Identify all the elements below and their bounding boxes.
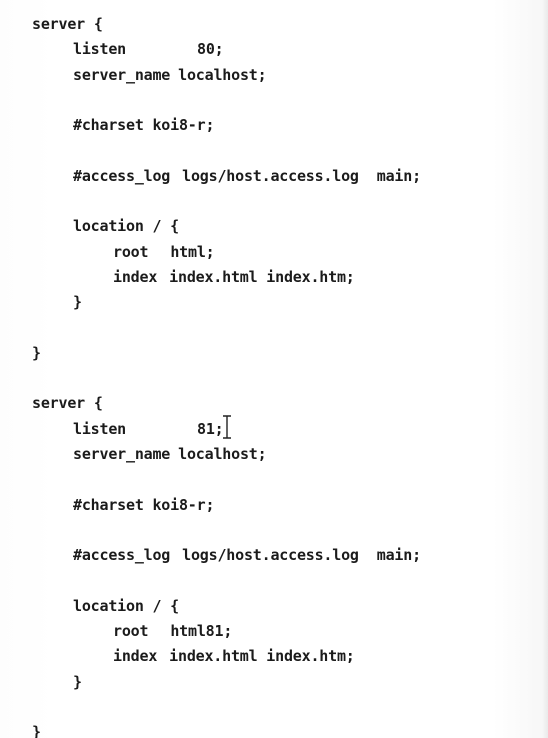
code-token: index.html index.htm; (169, 267, 355, 286)
code-line[interactable]: index index.html index.htm; (0, 644, 548, 669)
code-line[interactable]: server_name localhost; (0, 63, 548, 88)
code-line[interactable]: } (0, 720, 548, 738)
code-token: listen (73, 40, 126, 59)
code-token: html81; (170, 622, 233, 641)
code-token: server_name (73, 65, 171, 84)
code-token: server { (32, 15, 103, 33)
code-line[interactable]: root html; (0, 240, 548, 265)
code-line[interactable] (0, 366, 548, 391)
code-token: root (113, 242, 149, 261)
code-token: location / { (73, 217, 179, 236)
code-line[interactable]: } (0, 670, 548, 695)
code-line[interactable]: #access_log logs/host.access.log main; (0, 543, 548, 568)
code-line[interactable]: } (0, 341, 548, 366)
code-token: } (32, 723, 41, 738)
text-cursor-icon (223, 415, 231, 439)
code-line[interactable]: } (0, 290, 548, 315)
code-line[interactable]: location / { (0, 214, 548, 239)
code-token: logs/host.access.log (182, 166, 359, 185)
code-token: location / { (73, 596, 179, 615)
code-line[interactable] (0, 88, 548, 113)
code-token: server { (32, 394, 103, 413)
code-line[interactable]: server { (0, 12, 548, 37)
code-line[interactable] (0, 569, 548, 594)
code-token: listen (73, 419, 126, 438)
code-token: index (113, 647, 158, 666)
code-line[interactable] (0, 467, 548, 492)
code-line[interactable] (0, 695, 548, 720)
code-token: main; (376, 546, 421, 565)
code-line[interactable]: #charset koi8-r; (0, 493, 548, 518)
code-token: index.html index.htm; (169, 647, 355, 666)
code-token: localhost; (178, 65, 267, 84)
code-token: server_name (73, 445, 171, 464)
code-token: 80; (197, 40, 224, 59)
code-line[interactable]: server_name localhost; (0, 442, 548, 467)
code-token: index (113, 267, 158, 286)
code-line[interactable]: location / { (0, 594, 548, 619)
code-token: #access_log (73, 546, 171, 565)
code-line[interactable] (0, 189, 548, 214)
code-token: #charset koi8-r; (73, 495, 215, 514)
code-token: root (113, 622, 149, 641)
code-line[interactable]: server { (0, 391, 548, 416)
code-token: localhost; (178, 445, 267, 464)
code-token: main; (376, 166, 421, 185)
code-line[interactable]: listen 81; (0, 417, 548, 442)
window-edge (542, 0, 548, 738)
code-token: html; (170, 242, 215, 261)
code-line[interactable] (0, 518, 548, 543)
code-token: #access_log (73, 166, 171, 185)
code-area[interactable]: server { listen 80; server_name localhost; #c… (0, 0, 548, 738)
code-line[interactable]: root html81; (0, 619, 548, 644)
code-token: } (32, 343, 41, 362)
code-line[interactable]: #charset koi8-r; (0, 113, 548, 138)
code-line[interactable]: listen 80; (0, 37, 548, 62)
code-line[interactable] (0, 316, 548, 341)
text-editor[interactable]: server { listen 80; server_name localhost; #c… (0, 0, 548, 738)
code-token: #charset koi8-r; (73, 116, 215, 135)
code-token: 81; (197, 419, 224, 438)
code-token: logs/host.access.log (182, 546, 359, 565)
code-line[interactable]: index index.html index.htm; (0, 265, 548, 290)
code-token: } (73, 293, 82, 312)
code-line[interactable] (0, 138, 548, 163)
code-token: } (73, 672, 82, 691)
code-line[interactable]: #access_log logs/host.access.log main; (0, 164, 548, 189)
